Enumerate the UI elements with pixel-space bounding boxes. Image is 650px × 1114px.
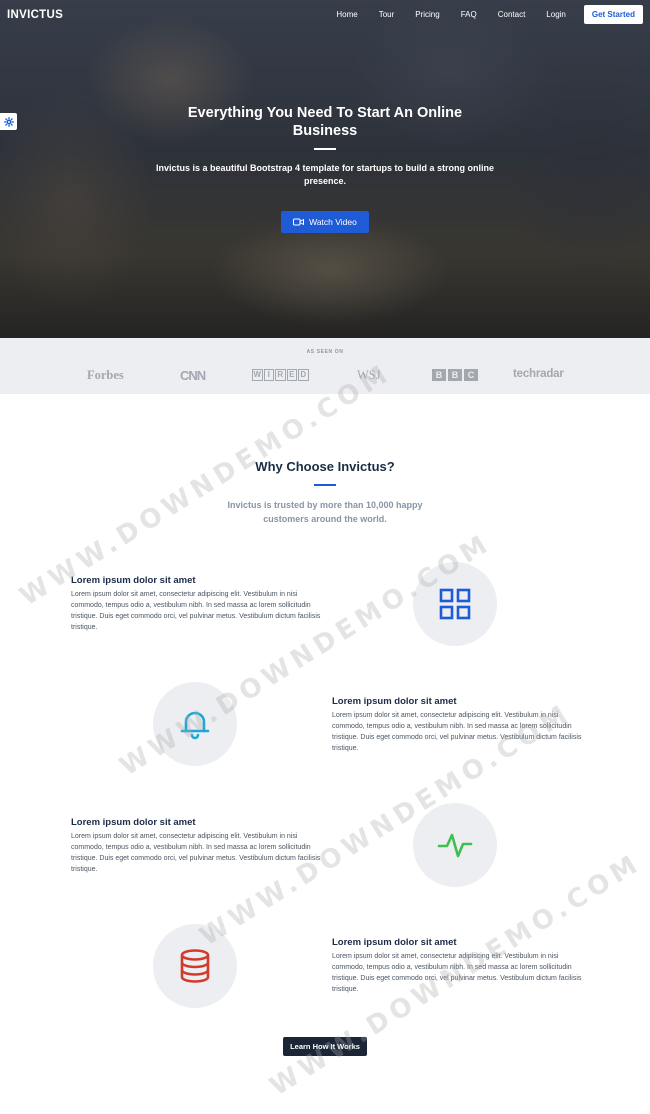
activity-icon <box>437 833 473 858</box>
feature-3-icon-circle <box>413 803 497 887</box>
feature-4: Lorem ipsum dolor sit amet Lorem ipsum d… <box>332 937 582 995</box>
feature-3: Lorem ipsum dolor sit amet Lorem ipsum d… <box>71 817 321 875</box>
get-started-button[interactable]: Get Started <box>583 5 643 24</box>
nav-link-home[interactable]: Home <box>336 5 357 24</box>
wired-letter: I <box>263 369 274 381</box>
techradar-logo: techradar <box>513 368 564 380</box>
wired-letter: W <box>252 369 263 381</box>
as-seen-on-bar: AS SEEN ON Forbes CNN W I R E D WSJ B B … <box>0 338 650 394</box>
hero-section: INVICTUS Home Tour Pricing FAQ Contact L… <box>0 0 650 338</box>
why-divider <box>314 484 336 486</box>
feature-2: Lorem ipsum dolor sit amet Lorem ipsum d… <box>332 696 582 754</box>
hero-divider <box>314 148 336 150</box>
bell-icon <box>180 711 210 740</box>
wired-logo: W I R E D <box>252 369 309 381</box>
bbc-letter: C <box>464 369 478 381</box>
feature-1: Lorem ipsum dolor sit amet Lorem ipsum d… <box>71 575 321 633</box>
feature-text: Lorem ipsum dolor sit amet, consectetur … <box>332 712 582 752</box>
gear-icon <box>3 116 14 127</box>
feature-2-icon-circle <box>153 682 237 766</box>
settings-toggle[interactable] <box>0 113 17 130</box>
nav-link-faq[interactable]: FAQ <box>461 5 477 24</box>
wired-letter: R <box>275 369 286 381</box>
watch-video-label: Watch Video <box>309 217 357 227</box>
nav-link-tour[interactable]: Tour <box>379 5 395 24</box>
feature-text: Lorem ipsum dolor sit amet, consectetur … <box>71 591 321 631</box>
why-subtitle: Invictus is trusted by more than 10,000 … <box>227 500 423 524</box>
why-title: Why Choose Invictus? <box>255 459 395 474</box>
feature-text: Lorem ipsum dolor sit amet, consectetur … <box>71 833 321 873</box>
bbc-letter: B <box>432 369 446 381</box>
watermark-text: WWW.DOWNDEMO.COM <box>14 357 397 613</box>
nav-link-pricing[interactable]: Pricing <box>415 5 439 24</box>
feature-title: Lorem ipsum dolor sit amet <box>332 696 457 707</box>
database-icon <box>180 949 210 983</box>
learn-how-it-works-button[interactable]: Learn How It Works <box>283 1037 367 1056</box>
hero-subtitle: Invictus is a beautiful Bootstrap 4 temp… <box>155 163 495 186</box>
watch-video-button[interactable]: Watch Video <box>281 211 369 233</box>
nav-link-contact[interactable]: Contact <box>498 5 526 24</box>
wired-letter: D <box>298 369 309 381</box>
wired-letter: E <box>286 369 297 381</box>
feature-1-icon-circle <box>413 562 497 646</box>
feature-text: Lorem ipsum dolor sit amet, consectetur … <box>332 953 582 993</box>
hero-title: Everything You Need To Start An Online B… <box>187 105 463 139</box>
as-seen-on-label: AS SEEN ON <box>306 349 344 355</box>
brand-logo[interactable]: INVICTUS <box>7 9 63 21</box>
grid-icon <box>439 588 471 620</box>
video-camera-icon <box>293 218 305 226</box>
feature-title: Lorem ipsum dolor sit amet <box>71 575 196 586</box>
feature-title: Lorem ipsum dolor sit amet <box>71 817 196 828</box>
wsj-logo: WSJ <box>357 368 381 382</box>
bbc-letter: B <box>448 369 462 381</box>
nav-links: Home Tour Pricing FAQ Contact Login Get … <box>336 5 643 24</box>
top-nav: INVICTUS Home Tour Pricing FAQ Contact L… <box>0 0 650 30</box>
cnn-logo: CNN <box>180 368 206 383</box>
feature-4-icon-circle <box>153 924 237 1008</box>
forbes-logo: Forbes <box>87 368 124 382</box>
nav-link-login[interactable]: Login <box>546 5 566 24</box>
feature-title: Lorem ipsum dolor sit amet <box>332 937 457 948</box>
bbc-logo: B B C <box>432 369 478 381</box>
